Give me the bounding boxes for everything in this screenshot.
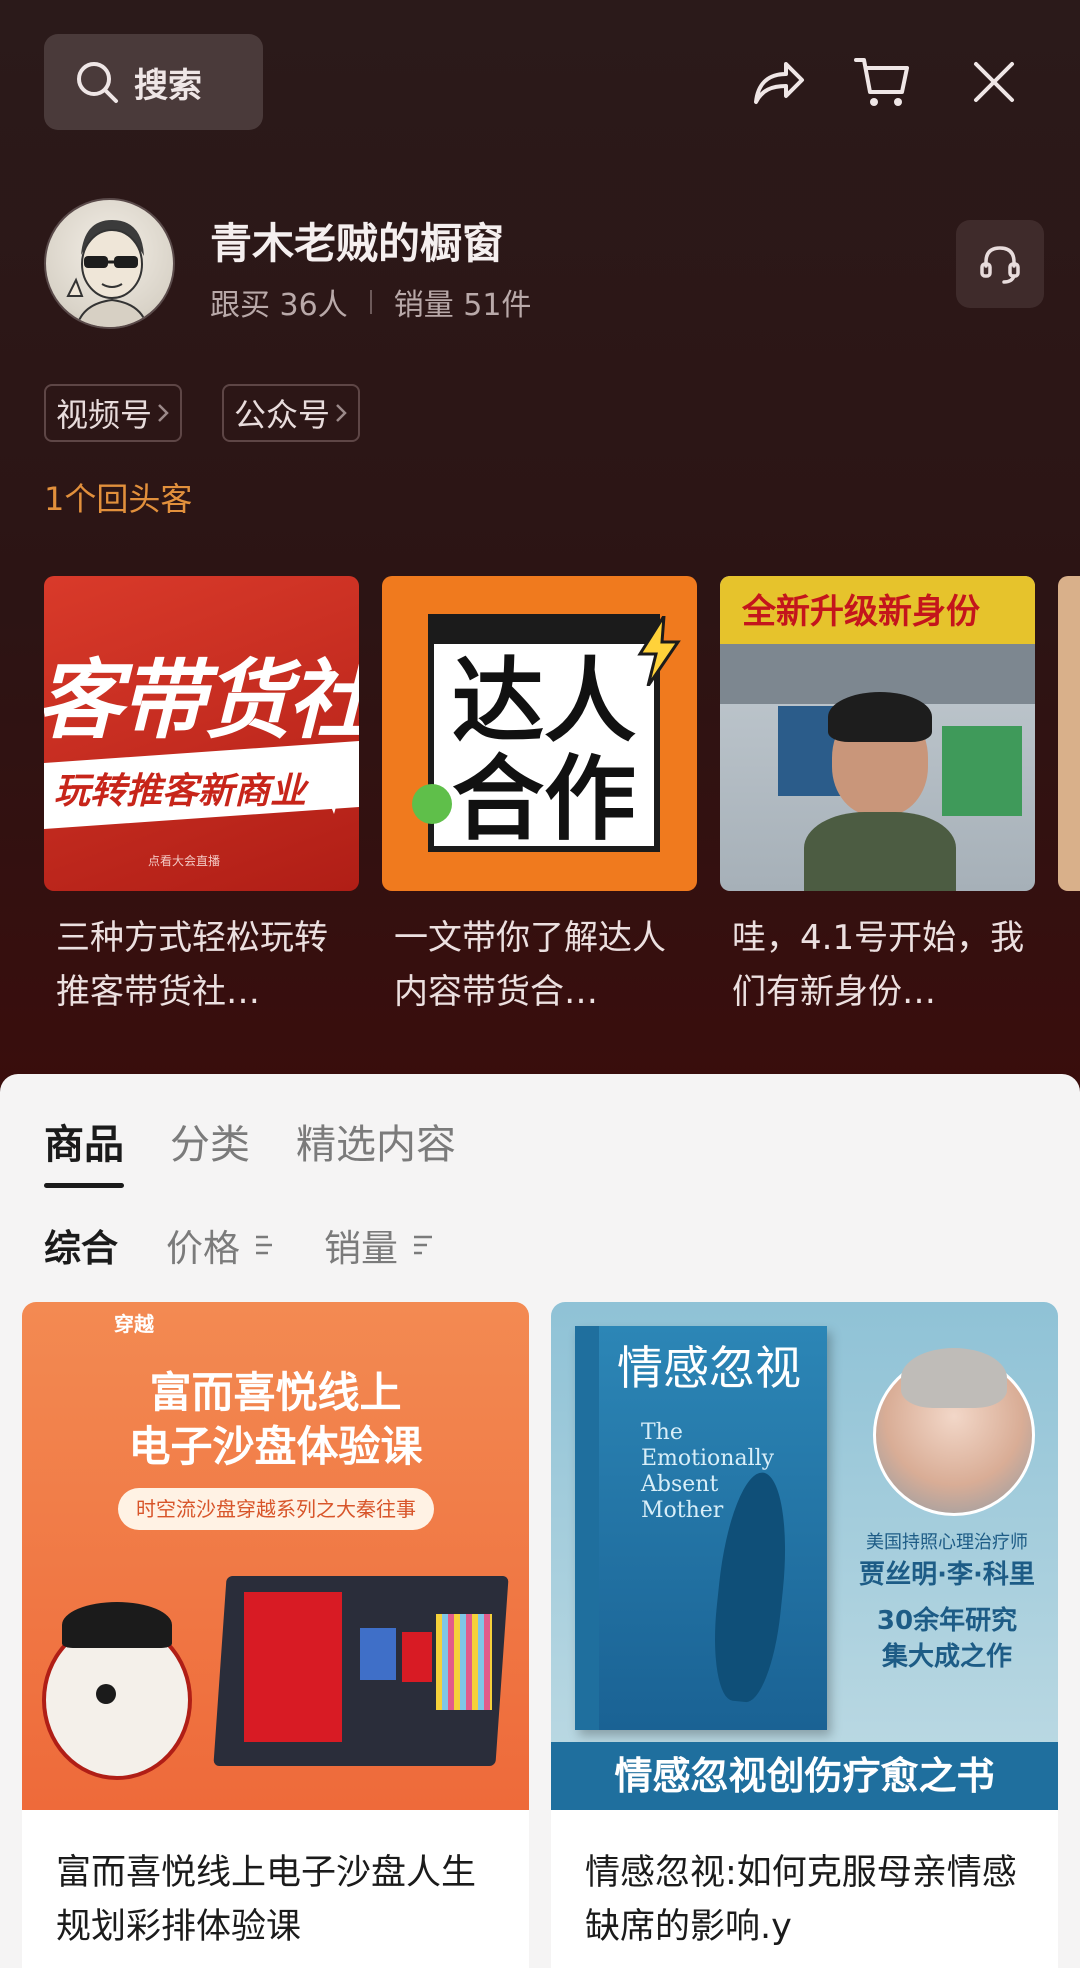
headset-icon — [980, 246, 1020, 284]
tab-featured-content[interactable]: 精选内容 — [296, 1112, 456, 1188]
followers-count: 跟买 36人 — [210, 288, 348, 323]
sort-icon — [414, 1235, 432, 1255]
chevron-right-icon — [336, 404, 347, 422]
video-thumbnail: 达人 合作 — [382, 576, 697, 891]
product-card[interactable]: 情感忽视 The Emotionally Absent Mother 美国持照心… — [551, 1302, 1058, 1968]
channel-chip-official-account[interactable]: 公众号 — [222, 384, 361, 442]
product-image-tag: 时空流沙盘穿越系列之大秦往事 — [118, 1488, 434, 1530]
lightning-icon — [637, 616, 681, 686]
video-card-partial[interactable] — [1058, 576, 1080, 891]
search-button[interactable]: 搜索 — [44, 34, 263, 130]
product-image-brand: 穿越 — [114, 1312, 154, 1336]
product-image-headline: 电子沙盘体验课 — [128, 1422, 423, 1471]
avatar-illustration — [66, 220, 149, 327]
search-label: 搜索 — [134, 65, 202, 106]
product-panel: 商品 分类 精选内容 综合 价格 销量 穿越 富而喜悦线上 电子沙盘体验课 时空… — [0, 1074, 1080, 1968]
thumbnail-caption: 点看大会直播 — [148, 854, 221, 868]
tab-products[interactable]: 商品 — [44, 1112, 124, 1188]
chip-label: 公众号 — [234, 396, 331, 434]
product-image: 穿越 富而喜悦线上 电子沙盘体验课 时空流沙盘穿越系列之大秦往事 — [22, 1302, 529, 1810]
product-title: 情感忽视:如何克服母亲情感缺席的影响.y — [585, 1853, 1017, 1947]
video-thumbnail: 全新升级新身份 — [720, 576, 1035, 891]
author-name: 贾丝明·李·科里 — [859, 1560, 1035, 1590]
video-thumbnail: 客带货社 玩转推客新商业 点看大会直播 — [44, 576, 359, 891]
video-card[interactable]: 客带货社 玩转推客新商业 点看大会直播 三种方式轻松玩转推客带货社… — [44, 576, 359, 1016]
share-icon[interactable] — [748, 52, 808, 112]
store-info: 青木老贼的橱窗 跟买 36人 销量 51件 — [44, 198, 1044, 330]
video-title: 一文带你了解达人内容带货合… — [394, 918, 666, 1012]
close-icon[interactable] — [964, 52, 1024, 112]
cart-icon[interactable] — [852, 52, 912, 112]
product-card[interactable]: 穿越 富而喜悦线上 电子沙盘体验课 时空流沙盘穿越系列之大秦往事 富而喜悦线上电… — [22, 1302, 529, 1968]
tab-bar: 商品 分类 精选内容 — [44, 1112, 456, 1188]
cursor-icon — [322, 784, 352, 814]
video-title: 三种方式轻松玩转推客带货社… — [56, 918, 328, 1012]
video-card[interactable]: 达人 合作 一文带你了解达人内容带货合… — [382, 576, 697, 1016]
sort-price[interactable]: 价格 — [166, 1218, 276, 1272]
customer-service-button[interactable] — [956, 220, 1044, 308]
thumbnail-text: 达人 — [452, 648, 637, 755]
sort-label: 综合 — [44, 1227, 118, 1270]
sales-count: 销量 51件 — [393, 288, 532, 323]
thumbnail-subtext: 玩转推客新商业 — [54, 771, 307, 812]
sort-bar: 综合 价格 销量 — [44, 1218, 434, 1272]
thumbnail-text: 全新升级新身份 — [742, 592, 980, 632]
avatar[interactable] — [44, 198, 175, 329]
book-claim: 30余年研究 — [876, 1606, 1018, 1636]
returning-customers: 1个回头客 — [44, 480, 193, 518]
book-cover-english-line: The — [641, 1420, 683, 1445]
product-title: 富而喜悦线上电子沙盘人生规划彩排体验课 — [56, 1853, 477, 1947]
chip-label: 视频号 — [56, 396, 153, 434]
stats-divider — [369, 290, 372, 314]
product-image-banner: 情感忽视创伤疗愈之书 — [551, 1742, 1058, 1810]
tab-categories[interactable]: 分类 — [170, 1112, 250, 1188]
product-image: 情感忽视 The Emotionally Absent Mother 美国持照心… — [551, 1302, 1058, 1810]
product-image-headline: 富而喜悦线上 — [149, 1368, 402, 1417]
search-icon — [77, 62, 118, 103]
book-cover-title: 情感忽视 — [617, 1341, 801, 1395]
thumbnail-subtext: 合作 — [452, 746, 637, 853]
book-claim: 集大成之作 — [881, 1642, 1012, 1672]
sort-label: 销量 — [324, 1227, 398, 1270]
video-title: 哇，4.1号开始，我们有新身份… — [732, 918, 1025, 1012]
book-cover-english-line: Emotionally — [641, 1446, 775, 1471]
video-thumbnail — [1058, 576, 1080, 891]
sort-overall[interactable]: 综合 — [44, 1218, 118, 1272]
sort-label: 价格 — [166, 1227, 240, 1270]
channel-chip-video[interactable]: 视频号 — [44, 384, 183, 442]
store-stats: 跟买 36人 销量 51件 — [210, 280, 531, 324]
chevron-right-icon — [158, 404, 169, 422]
store-name: 青木老贼的橱窗 — [210, 219, 505, 268]
thumbnail-text: 客带货社 — [44, 651, 359, 751]
author-role: 美国持照心理治疗师 — [866, 1532, 1028, 1553]
sort-sales[interactable]: 销量 — [324, 1218, 434, 1272]
video-carousel[interactable]: 客带货社 玩转推客新商业 点看大会直播 三种方式轻松玩转推客带货社… 达人 合作… — [44, 576, 1080, 1016]
video-card[interactable]: 全新升级新身份 哇，4.1号开始，我们有新身份… — [720, 576, 1035, 1016]
sort-icon — [256, 1235, 272, 1255]
